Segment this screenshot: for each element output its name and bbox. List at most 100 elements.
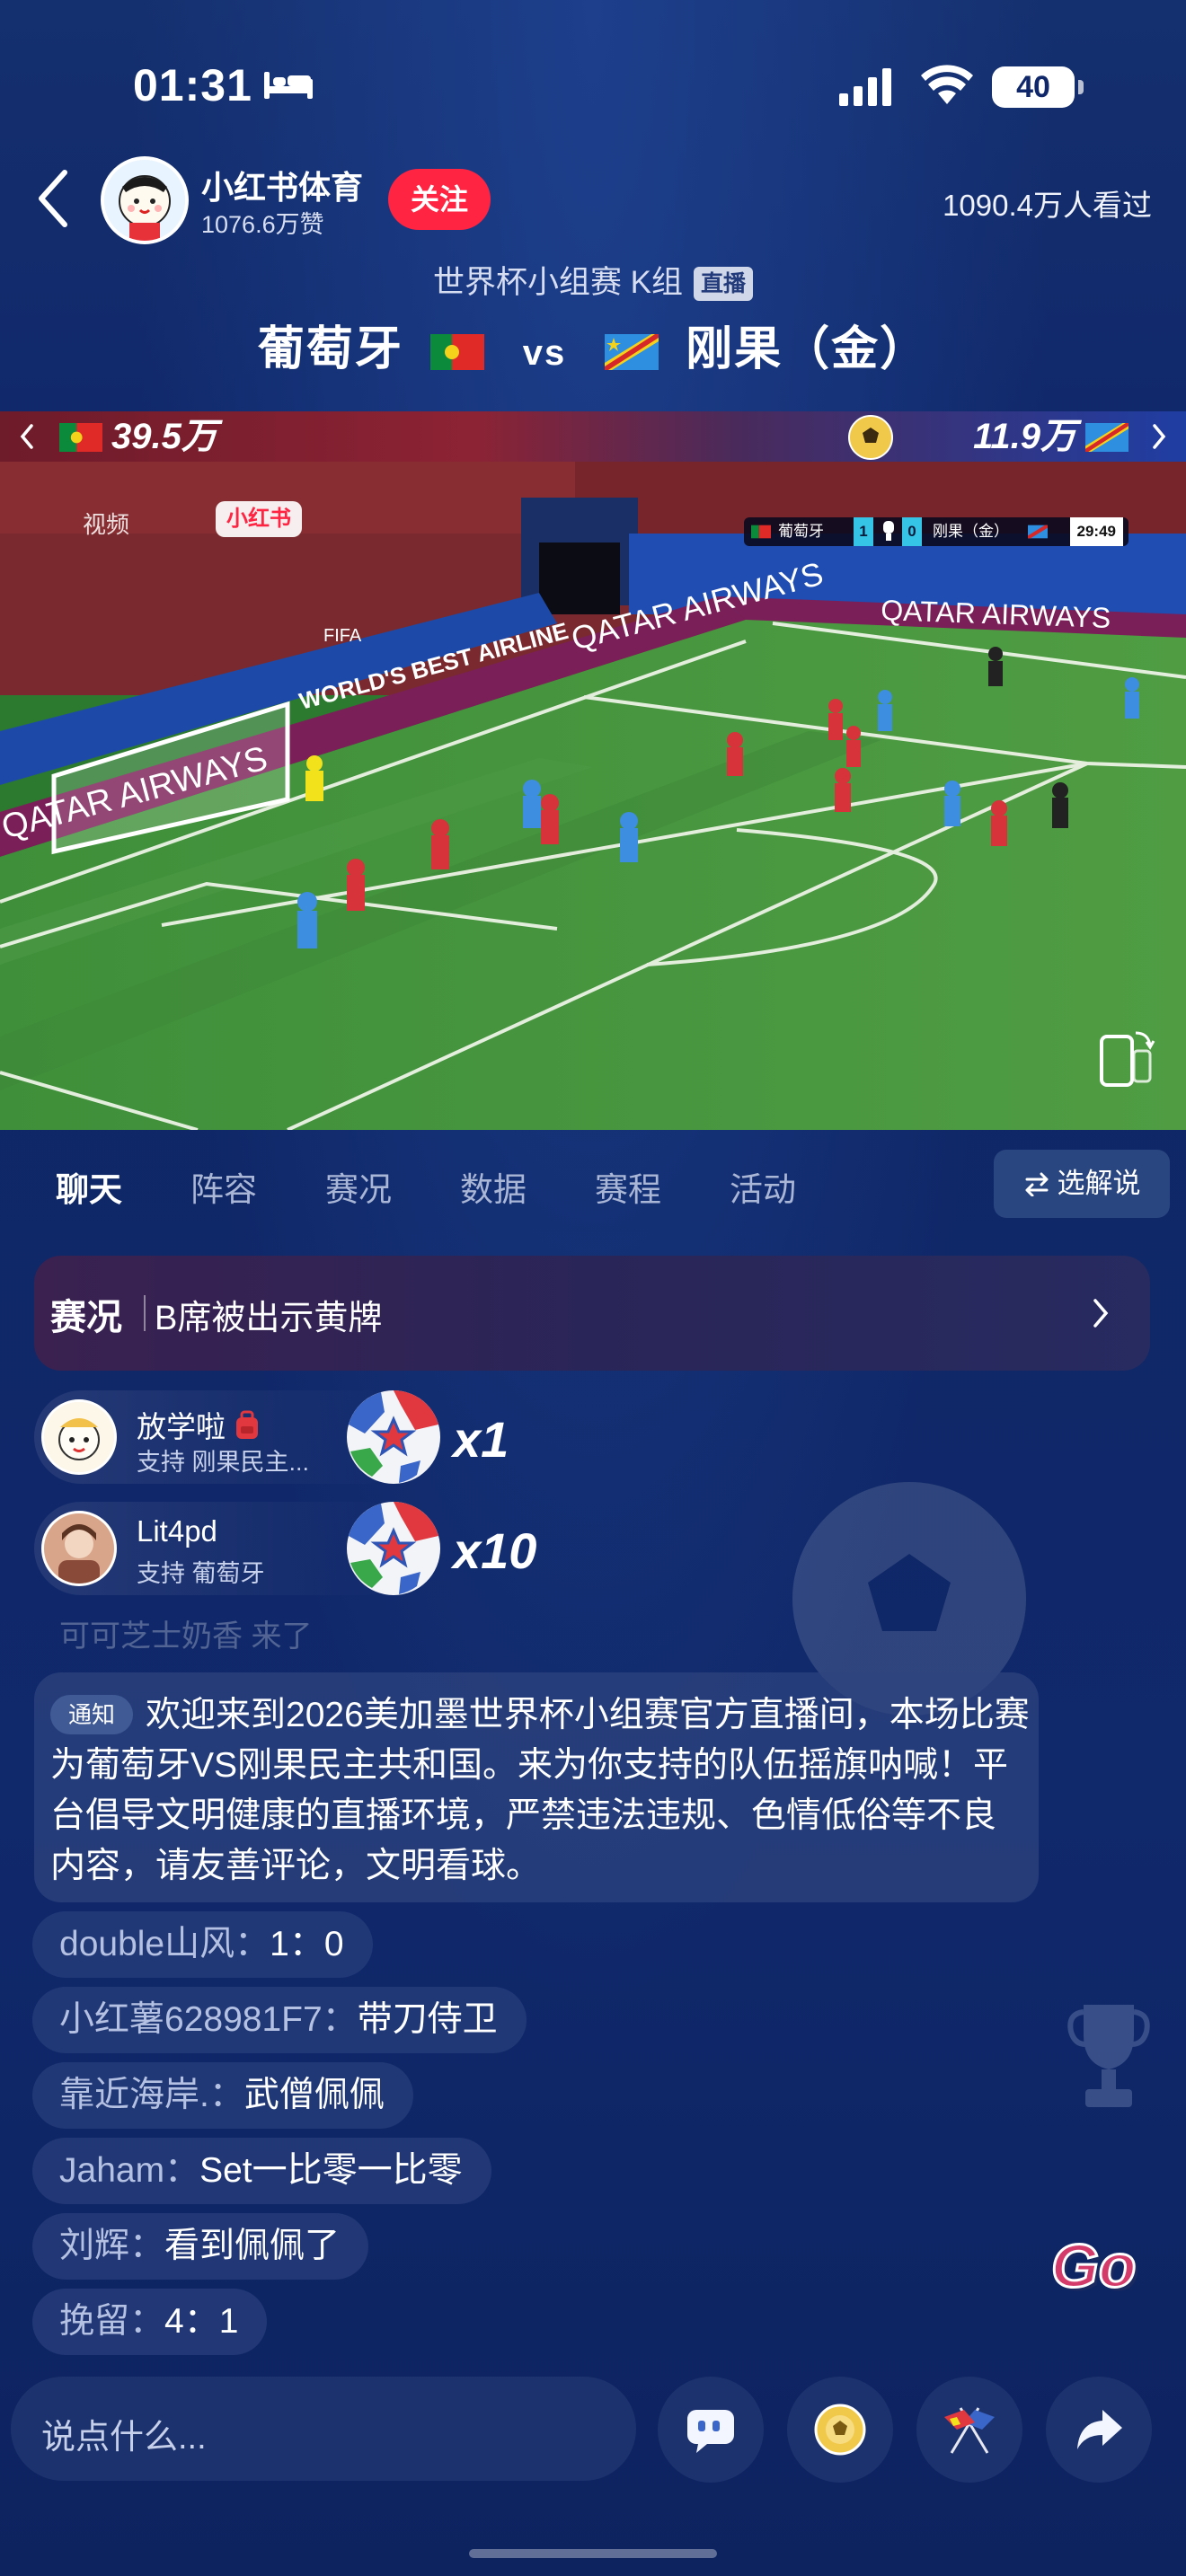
match-event-banner[interactable]: 赛况 B席被出示黄牌 <box>34 1256 1150 1371</box>
event-text: B席被出示黄牌 <box>155 1300 383 1337</box>
select-commentary-button[interactable]: 选解说 <box>994 1150 1170 1218</box>
tab-lineup[interactable]: 阵容 <box>190 1162 257 1211</box>
channel-likes: 1076.6万赞 <box>201 211 324 238</box>
vs-label: vs <box>522 333 567 373</box>
chat-text: 4：1 <box>164 2302 239 2341</box>
soccer-ball-gift-icon <box>347 1502 440 1595</box>
portugal-flag-icon <box>59 423 102 452</box>
avatar[interactable] <box>41 1511 117 1586</box>
match-stage-label: 世界杯小组赛 K组 <box>432 265 684 300</box>
quick-comment-button[interactable] <box>658 2377 764 2483</box>
teams-title: 葡萄牙 vs 刚果（金） <box>0 311 1186 378</box>
gift-button[interactable] <box>787 2377 893 2483</box>
status-time: 01:31 <box>133 60 252 110</box>
chat-message[interactable]: Jaham：Set一比零一比零 <box>32 2138 491 2204</box>
comment-input[interactable]: 说点什么... <box>11 2377 636 2481</box>
support-bar[interactable]: 39.5万 11.9万 <box>0 411 1186 462</box>
live-badge: 直播 <box>694 267 754 301</box>
event-divider <box>144 1295 146 1331</box>
battery-indicator: 40 <box>992 66 1084 108</box>
chat-text: 1：0 <box>270 1925 344 1963</box>
chat-user: double山风： <box>59 1925 270 1963</box>
chat-message[interactable]: 挽留：4：1 <box>32 2289 268 2355</box>
select-commentary-label: 选解说 <box>1057 1168 1141 1199</box>
scoreboard-away-score: 0 <box>902 517 922 546</box>
notice-text: 欢迎来到2026美加墨世界杯小组赛官方直播间，本场比赛为葡萄牙VS刚果民主共和国… <box>50 1696 1030 1885</box>
status-bar: 01:31 40 <box>0 0 1186 171</box>
event-tag: 赛况 <box>50 1298 122 1337</box>
trophy-icon <box>883 521 894 541</box>
viewer-count: 1090.4万人看过 <box>943 189 1152 222</box>
crossed-flags-icon <box>944 2407 995 2454</box>
chat-user: 小红薯628981F7： <box>59 2000 358 2039</box>
away-team-name: 刚果（金） <box>686 323 929 375</box>
user-photo-avatar-icon <box>44 1513 114 1584</box>
gift-user-name: 放学啦 <box>137 1403 261 1446</box>
chevron-left-icon[interactable] <box>16 420 38 453</box>
tab-activities[interactable]: 活动 <box>730 1162 796 1211</box>
video-watermark-text: 视频 <box>83 511 130 538</box>
notice-content: 通知 欢迎来到2026美加墨世界杯小组赛官方直播间，本场比赛为葡萄牙VS刚果民主共… <box>50 1690 1030 1892</box>
golden-ball-icon <box>848 415 893 460</box>
chat-user: Jaham： <box>59 2151 200 2190</box>
notice-badge: 通知 <box>50 1695 133 1734</box>
go-sticker[interactable]: Go <box>1049 2231 1137 2302</box>
video-player[interactable]: QATAR AIRWAYS QATAR AIRWAYS WORLD'S BEST… <box>0 462 1186 1130</box>
chat-message[interactable]: 小红薯628981F7：带刀侍卫 <box>32 1987 527 2053</box>
scoreboard-clock: 29:49 <box>1069 517 1123 546</box>
fifa-board-text: FIFA <box>323 626 362 646</box>
match-stage: 世界杯小组赛 K组 直播 <box>0 257 1186 303</box>
tab-stats[interactable]: 数据 <box>460 1162 527 1211</box>
swap-icon <box>1025 1172 1048 1197</box>
portugal-flag-icon <box>751 525 771 539</box>
comment-input-placeholder: 说点什么... <box>41 2419 207 2457</box>
away-support: 11.9万 <box>973 417 1128 456</box>
gift-count: x1 <box>453 1411 509 1468</box>
wifi-icon <box>921 65 973 104</box>
home-support-count: 39.5万 <box>111 417 217 456</box>
content-tabs: 聊天 阵容 赛况 数据 赛程 活动 选解说 <box>0 1134 1186 1232</box>
tab-match-events[interactable]: 赛况 <box>325 1162 392 1211</box>
share-arrow-icon <box>1077 2410 1122 2449</box>
gift-notification: Lit4pd 支持 葡萄牙 x10 <box>34 1502 536 1595</box>
back-button[interactable] <box>34 167 74 230</box>
support-flags-button[interactable] <box>916 2377 1022 2483</box>
chevron-right-icon <box>1093 1299 1109 1328</box>
chat-user: 刘辉： <box>59 2227 165 2265</box>
dr-congo-flag-icon <box>1028 525 1048 539</box>
chat-text: 看到佩佩了 <box>164 2227 341 2265</box>
gift-notification: 放学啦 支持 刚果民主... x1 <box>34 1390 509 1484</box>
dr-congo-flag-icon <box>1085 423 1128 452</box>
chat-text: 带刀侍卫 <box>357 2000 498 2039</box>
gift-user-label: 放学啦 <box>137 1410 226 1443</box>
quote-bubble-icon <box>687 2410 734 2453</box>
chat-message[interactable]: 靠近海岸.：武僧佩佩 <box>32 2062 413 2129</box>
system-notice: 通知 欢迎来到2026美加墨世界杯小组赛官方直播间，本场比赛为葡萄牙VS刚果民主共… <box>34 1672 1039 1902</box>
cellular-signal-icon <box>839 68 891 106</box>
video-scoreboard: 葡萄牙 1 0 刚果（金） 29:49 <box>744 517 1128 546</box>
chat-message[interactable]: double山风：1：0 <box>32 1911 373 1978</box>
backpack-icon <box>236 1410 259 1439</box>
tab-schedule[interactable]: 赛程 <box>595 1162 661 1211</box>
chat-text: Set一比零一比零 <box>199 2151 463 2190</box>
follow-button[interactable]: 关注 <box>388 169 491 230</box>
chat-message[interactable]: 刘辉：看到佩佩了 <box>32 2213 369 2280</box>
away-support-count: 11.9万 <box>973 417 1076 456</box>
channel-name[interactable]: 小红书体育 <box>201 162 363 208</box>
golden-ball-icon <box>814 2404 866 2456</box>
home-support: 39.5万 <box>59 417 217 456</box>
football-match-image: QATAR AIRWAYS QATAR AIRWAYS WORLD'S BEST… <box>0 462 1186 1130</box>
channel-avatar[interactable] <box>101 156 189 244</box>
rotate-screen-icon[interactable] <box>1096 1028 1155 1087</box>
gift-count: x10 <box>453 1522 537 1579</box>
chevron-right-icon[interactable] <box>1148 420 1170 453</box>
chat-text: 武僧佩佩 <box>243 2076 385 2114</box>
portugal-flag-icon <box>430 334 485 370</box>
avatar[interactable] <box>41 1399 117 1475</box>
tab-chat[interactable]: 聊天 <box>56 1162 122 1211</box>
video-watermark-logo: 小红书 <box>216 501 302 537</box>
decorative-trophy-icon <box>1067 2005 1150 2107</box>
share-button[interactable] <box>1046 2377 1152 2483</box>
home-team-name: 葡萄牙 <box>257 323 403 375</box>
fading-comment: 可可芝士奶香 来了 <box>59 1619 313 1654</box>
